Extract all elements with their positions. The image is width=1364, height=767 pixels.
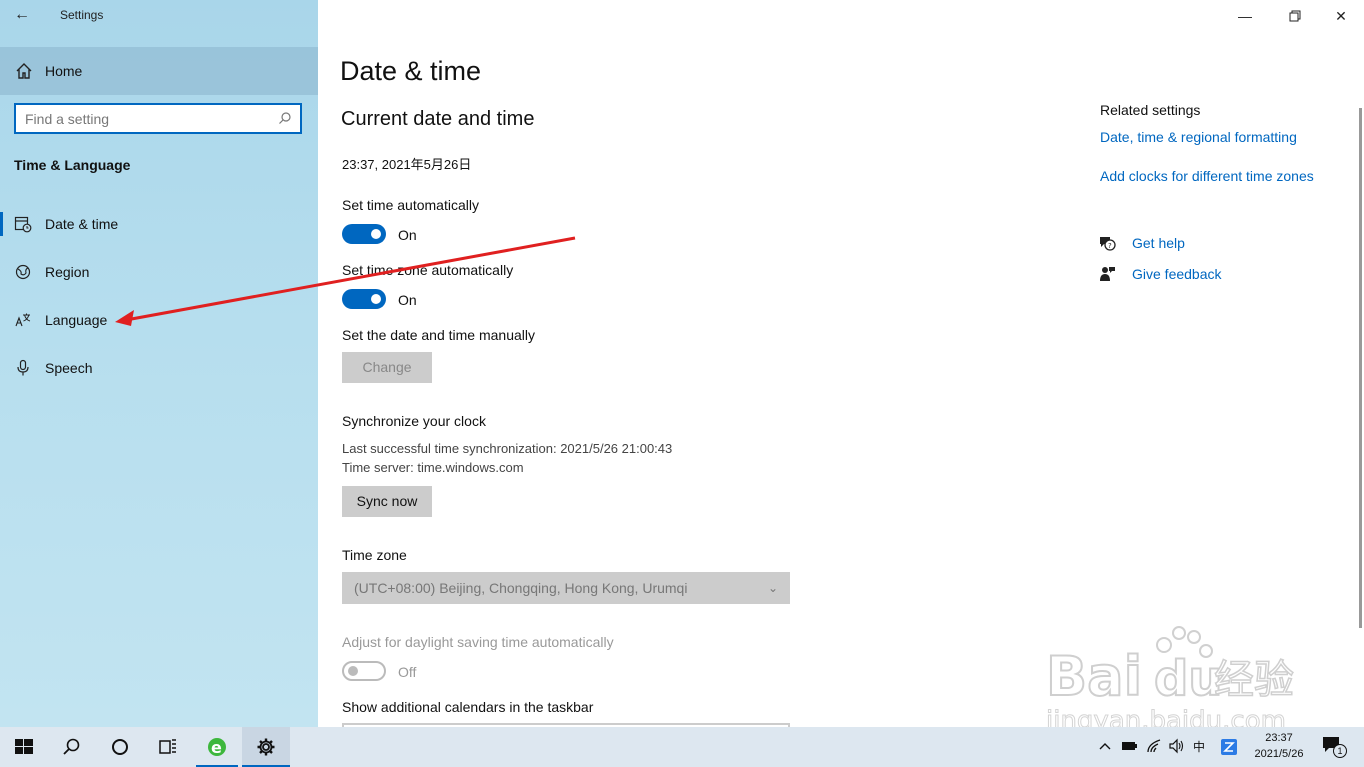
section-heading: Current date and time	[341, 108, 535, 130]
sidebar-item-label: Date & time	[45, 216, 119, 232]
wifi-icon[interactable]	[1146, 738, 1162, 754]
browser-icon: e	[208, 738, 226, 757]
dst-toggle[interactable]	[342, 661, 386, 681]
regional-formatting-link[interactable]: Date, time & regional formatting	[1100, 129, 1297, 145]
notification-center-button[interactable]: 1	[1322, 736, 1352, 758]
page-title: Date & time	[340, 56, 482, 86]
time-zone-label: Time zone	[342, 547, 407, 563]
section-title: Time & Language	[14, 157, 131, 173]
set-time-auto-state: On	[398, 227, 417, 243]
input-method-icon[interactable]	[1220, 738, 1238, 756]
add-clocks-link[interactable]: Add clocks for different time zones	[1100, 168, 1314, 184]
time-zone-select[interactable]: (UTC+08:00) Beijing, Chongqing, Hong Kon…	[342, 572, 790, 604]
clock-time: 23:37	[1265, 732, 1293, 744]
manual-label: Set the date and time manually	[342, 327, 536, 343]
time-server-text: Time server: time.windows.com	[342, 460, 524, 475]
sidebar-item-label: Speech	[45, 360, 93, 376]
sidebar-item-region[interactable]: Region	[0, 252, 318, 292]
search-input[interactable]	[16, 105, 266, 132]
last-sync-text: Last successful time synchronization: 20…	[342, 441, 673, 456]
get-help-link[interactable]: Get help	[1132, 235, 1185, 251]
battery-icon[interactable]	[1120, 739, 1138, 753]
chevron-up-icon[interactable]	[1098, 739, 1112, 753]
minimize-icon[interactable]: —	[1222, 4, 1268, 28]
search-icon	[63, 738, 80, 755]
task-view-icon	[159, 739, 176, 754]
related-settings-heading: Related settings	[1100, 102, 1201, 118]
settings-app-button[interactable]	[242, 727, 290, 767]
set-tz-auto-label: Set time zone automatically	[342, 262, 514, 278]
sidebar-item-date-time[interactable]: Date & time	[0, 204, 318, 244]
svg-text:e: e	[211, 738, 222, 757]
browser-button[interactable]: e	[196, 727, 238, 767]
svg-text:?: ?	[1108, 242, 1112, 250]
start-button[interactable]	[0, 727, 48, 767]
calendars-label: Show additional calendars in the taskbar	[342, 699, 594, 715]
sidebar-item-label: Home	[45, 63, 83, 79]
home-icon	[16, 63, 32, 79]
notification-count-badge: 1	[1333, 744, 1347, 758]
help-chat-icon: ?	[1100, 237, 1116, 251]
clock-date: 2021/5/26	[1254, 748, 1304, 760]
feedback-icon	[1100, 267, 1115, 281]
back-arrow-icon[interactable]: ←	[12, 5, 32, 25]
sidebar-item-label: Region	[45, 264, 90, 280]
language-icon	[15, 313, 31, 327]
microphone-icon	[17, 359, 29, 376]
set-tz-auto-toggle[interactable]	[342, 289, 386, 309]
taskbar-search-button[interactable]	[48, 727, 96, 767]
app-title: Settings	[60, 8, 104, 22]
calendar-clock-icon	[14, 216, 32, 233]
taskbar: e 中 23:37 2021/5/26 1	[0, 727, 1364, 767]
cortana-button[interactable]	[96, 727, 144, 767]
current-datetime: 23:37, 2021年5月26日	[342, 157, 472, 172]
restore-icon[interactable]	[1272, 4, 1318, 28]
sidebar-item-home[interactable]: Home	[0, 47, 318, 95]
scrollbar[interactable]	[1359, 108, 1362, 628]
sidebar-item-speech[interactable]: Speech	[0, 348, 318, 388]
give-feedback-link[interactable]: Give feedback	[1132, 266, 1222, 282]
baidu-watermark-logo: Bai du 经验 jingyan.baidu.com	[1046, 626, 1295, 735]
sync-now-button[interactable]: Sync now	[342, 486, 432, 517]
dst-label: Adjust for daylight saving time automati…	[342, 634, 614, 650]
windows-icon	[15, 739, 33, 754]
time-zone-value: (UTC+08:00) Beijing, Chongqing, Hong Kon…	[354, 580, 688, 596]
cortana-icon	[112, 739, 128, 755]
sync-title: Synchronize your clock	[342, 413, 486, 429]
sidebar: ← Settings Home Time & Language Date & t…	[0, 0, 318, 727]
set-tz-auto-state: On	[398, 292, 417, 308]
task-view-button[interactable]	[144, 727, 192, 767]
set-time-auto-label: Set time automatically	[342, 197, 479, 213]
svg-text:du: du	[1154, 651, 1223, 707]
sidebar-item-language[interactable]: Language	[0, 300, 318, 340]
search-icon[interactable]	[278, 111, 292, 125]
globe-icon	[15, 264, 31, 280]
gear-icon	[257, 738, 275, 756]
change-button[interactable]: Change	[342, 352, 432, 383]
svg-text:经验: 经验	[1214, 657, 1294, 703]
search-box[interactable]	[14, 103, 302, 134]
main-content: — ✕ Date & time Current date and time 23…	[318, 0, 1364, 727]
dst-state: Off	[398, 664, 417, 680]
taskbar-clock[interactable]: 23:37 2021/5/26	[1248, 730, 1310, 762]
sidebar-item-label: Language	[45, 312, 108, 328]
chevron-down-icon: ⌄	[767, 581, 778, 595]
svg-text:Bai: Bai	[1046, 645, 1142, 708]
close-icon[interactable]: ✕	[1318, 4, 1364, 28]
ime-indicator[interactable]: 中	[1193, 738, 1205, 767]
volume-icon[interactable]	[1168, 738, 1184, 754]
set-time-auto-toggle[interactable]	[342, 224, 386, 244]
